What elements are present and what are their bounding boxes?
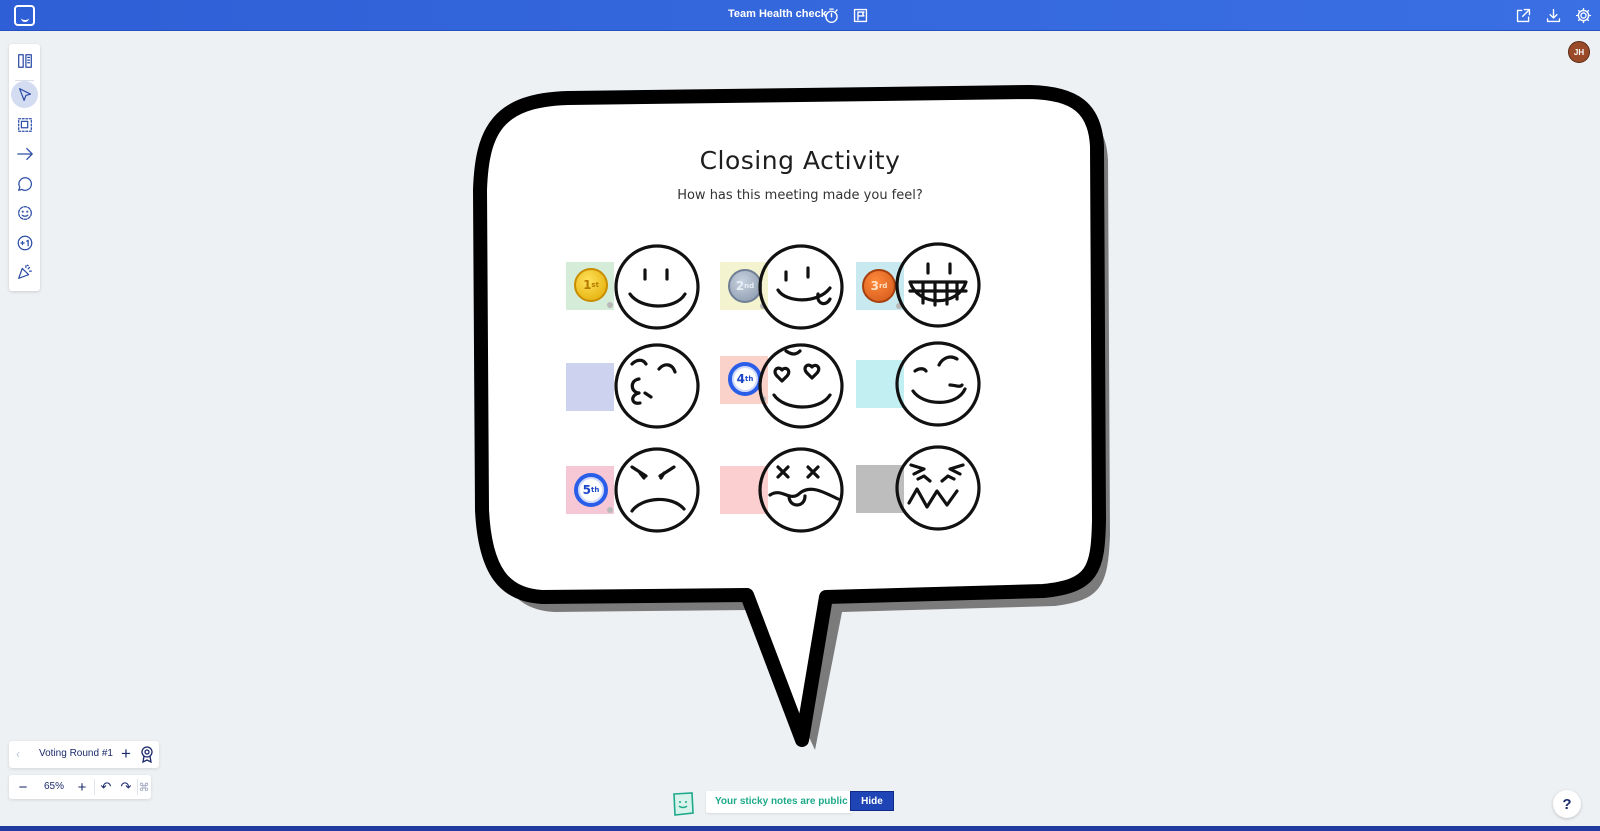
frame-icon[interactable]: [11, 111, 38, 138]
plus-one-icon[interactable]: [11, 229, 38, 256]
help-button[interactable]: ?: [1553, 790, 1581, 818]
zoom-controls: − 65% + ↶ ↷ ⌘: [9, 775, 151, 799]
undo-icon[interactable]: ↶: [97, 777, 115, 797]
bottom-strip: [0, 826, 1600, 831]
medal-first: 1st: [574, 268, 608, 302]
voting-round-label[interactable]: Voting Round #1: [39, 748, 113, 759]
emoji-icon[interactable]: [11, 199, 38, 226]
frustrated-face[interactable]: [893, 443, 983, 533]
comment-icon[interactable]: [11, 170, 38, 197]
share-icon[interactable]: [1514, 6, 1533, 25]
tools-panel: [9, 44, 40, 291]
timer-icon[interactable]: [822, 6, 841, 25]
previous-round-icon[interactable]: ‹: [16, 747, 20, 761]
voting-round-panel: ‹ Voting Round #1 +: [9, 741, 159, 768]
zoom-in-icon[interactable]: +: [72, 777, 92, 797]
user-avatar[interactable]: JH: [1568, 41, 1590, 63]
sticky-note[interactable]: [566, 363, 614, 411]
zoom-level[interactable]: 65%: [36, 781, 72, 792]
settings-icon[interactable]: [1574, 6, 1593, 25]
kiss-face[interactable]: [612, 341, 702, 431]
big-grin-face[interactable]: [893, 240, 983, 330]
board-panel-icon[interactable]: [11, 47, 38, 74]
heart-eyes-face[interactable]: [756, 341, 846, 431]
activity-subtitle: How has this meeting made you feel?: [677, 188, 923, 203]
top-bar: Team Health check: [0, 0, 1600, 31]
zoom-divider: [94, 779, 95, 795]
dizzy-tongue-face[interactable]: [756, 445, 846, 535]
add-round-icon[interactable]: +: [121, 744, 131, 764]
hide-button[interactable]: Hide: [850, 791, 894, 811]
zoom-out-icon[interactable]: −: [13, 777, 33, 797]
shortcuts-icon[interactable]: ⌘: [139, 777, 150, 797]
medal-fifth: 5th: [574, 473, 608, 507]
redo-icon[interactable]: ↷: [117, 777, 135, 797]
activity-title: Closing Activity: [699, 146, 901, 175]
app-logo[interactable]: [14, 5, 35, 26]
award-icon[interactable]: [139, 745, 157, 764]
board-title[interactable]: Team Health check: [728, 8, 827, 20]
download-icon[interactable]: [1544, 6, 1563, 25]
flag-icon[interactable]: [851, 6, 870, 25]
smile-face[interactable]: [612, 242, 702, 332]
angry-face[interactable]: [612, 445, 702, 535]
tongue-out-face[interactable]: [756, 242, 846, 332]
wink-face[interactable]: [893, 339, 983, 429]
medal-third: 3rd: [862, 269, 896, 303]
party-icon[interactable]: [11, 258, 38, 285]
select-icon[interactable]: [11, 81, 38, 108]
arrow-icon[interactable]: [11, 140, 38, 167]
sticky-note-icon: [671, 791, 695, 817]
public-notice: Your sticky notes are public: [706, 791, 853, 813]
